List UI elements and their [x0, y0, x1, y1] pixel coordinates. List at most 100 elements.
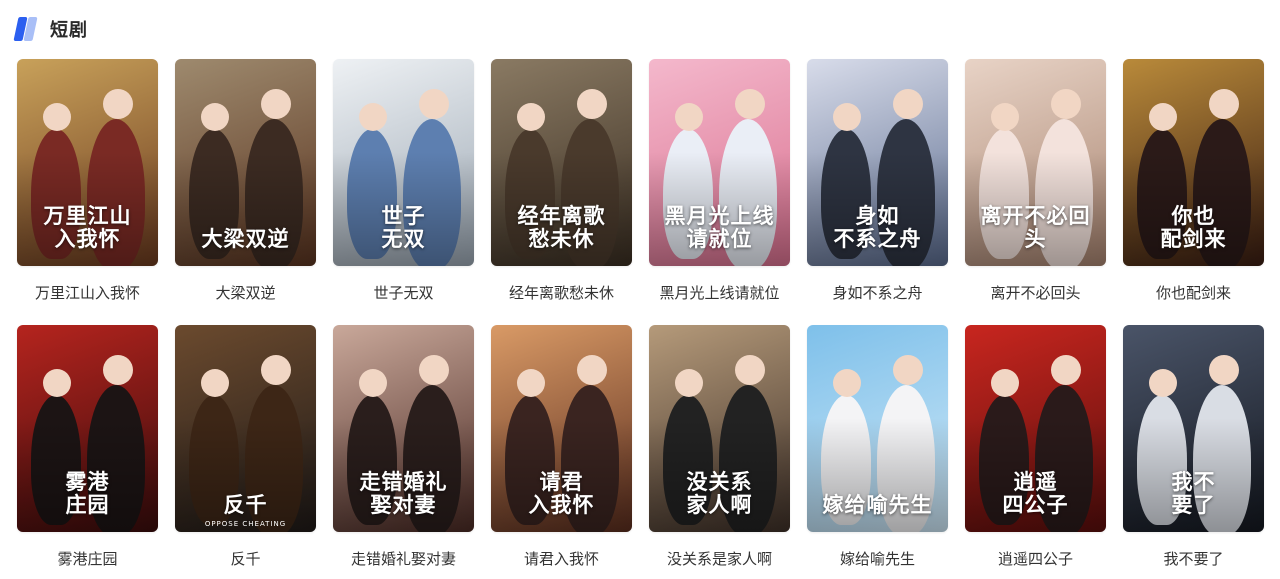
drama-poster[interactable]: 身如 不系之舟 [807, 59, 948, 266]
drama-poster[interactable]: 没关系 家人啊 [649, 325, 790, 532]
drama-card[interactable]: 万里江山 入我怀万里江山入我怀 [17, 59, 158, 315]
poster-title-art: 请君 入我怀 [528, 468, 595, 517]
drama-title[interactable]: 没关系是家人啊 [649, 548, 790, 569]
drama-poster[interactable]: 走错婚礼 娶对妻 [333, 325, 474, 532]
drama-title[interactable]: 身如不系之舟 [807, 282, 948, 303]
poster-figure-head [991, 103, 1019, 131]
drama-card[interactable]: 走错婚礼 娶对妻走错婚礼娶对妻 [333, 325, 474, 579]
drama-title[interactable]: 嫁给喻先生 [807, 548, 948, 569]
drama-title[interactable]: 你也配剑来 [1123, 282, 1264, 303]
poster-title-art: 经年离歌 愁未休 [517, 202, 606, 251]
drama-card[interactable]: 嫁给喻先生 嫁给喻先生 [807, 325, 948, 579]
drama-title[interactable]: 反千 [175, 548, 316, 569]
poster-figure-head [735, 89, 765, 119]
drama-poster[interactable]: 黑月光上线 请就位 [649, 59, 790, 266]
drama-poster[interactable]: 万里江山 入我怀 [17, 59, 158, 266]
poster-figure-head [1051, 89, 1081, 119]
drama-title[interactable]: 世子无双 [333, 282, 474, 303]
drama-card[interactable]: 请君 入我怀请君入我怀 [491, 325, 632, 579]
poster-figure-head [1149, 103, 1177, 131]
drama-poster[interactable]: 大梁双逆 [175, 59, 316, 266]
poster-figure-head [419, 89, 449, 119]
drama-card[interactable]: 世子 无双 世子无双 [333, 59, 474, 315]
poster-figure-head [517, 103, 545, 131]
drama-poster[interactable]: 离开不必回头 [965, 59, 1106, 266]
poster-title-art: 走错婚礼 娶对妻 [359, 468, 448, 517]
drama-card[interactable]: 黑月光上线 请就位黑月光上线请就位 [649, 59, 790, 315]
poster-title-art: 世子 无双 [381, 202, 426, 251]
drama-card[interactable]: 雾港 庄园 雾港庄园 [17, 325, 158, 579]
section-title: 短剧 [50, 20, 88, 41]
poster-figure-head [261, 89, 291, 119]
drama-card[interactable]: 没关系 家人啊没关系是家人啊 [649, 325, 790, 579]
poster-figure-head [1209, 355, 1239, 385]
drama-poster[interactable]: 雾港 庄园 [17, 325, 158, 532]
drama-title[interactable]: 雾港庄园 [17, 548, 158, 569]
drama-poster[interactable]: 请君 入我怀 [491, 325, 632, 532]
poster-figure-head [1209, 89, 1239, 119]
poster-figure-head [419, 355, 449, 385]
drama-title[interactable]: 经年离歌愁未休 [491, 282, 632, 303]
drama-card[interactable]: 大梁双逆 大梁双逆 [175, 59, 316, 315]
poster-title-art: 黑月光上线 请就位 [664, 202, 775, 251]
poster-figure-head [893, 355, 923, 385]
poster-figure-head [577, 89, 607, 119]
poster-title-art: 反千 [223, 491, 268, 517]
poster-figure-head [359, 369, 387, 397]
drama-title[interactable]: 大梁双逆 [175, 282, 316, 303]
poster-title-art: 身如 不系之舟 [833, 202, 922, 251]
poster-figure-head [517, 369, 545, 397]
poster-figure-head [1149, 369, 1177, 397]
drama-card[interactable]: 你也 配剑来你也配剑来 [1123, 59, 1264, 315]
drama-title[interactable]: 离开不必回头 [965, 282, 1106, 303]
drama-poster[interactable]: 反千 OPPOSE CHEATING [175, 325, 316, 532]
poster-figure-head [103, 355, 133, 385]
drama-poster[interactable]: 我不 要了 [1123, 325, 1264, 532]
poster-figure-head [1051, 355, 1081, 385]
section-header: 短剧 [13, 14, 88, 44]
drama-title[interactable]: 走错婚礼娶对妻 [333, 548, 474, 569]
drama-card[interactable]: 我不 要了 我不要了 [1123, 325, 1264, 579]
drama-card[interactable]: 离开不必回头 离开不必回头 [965, 59, 1106, 315]
poster-title-art: 离开不必回头 [980, 202, 1091, 251]
poster-subtitle: OPPOSE CHEATING [204, 520, 287, 528]
drama-title[interactable]: 请君入我怀 [491, 548, 632, 569]
poster-figure-head [675, 103, 703, 131]
poster-figure-head [201, 103, 229, 131]
poster-figure-head [43, 369, 71, 397]
drama-poster[interactable]: 世子 无双 [333, 59, 474, 266]
poster-figure-head [991, 369, 1019, 397]
poster-figure-head [201, 369, 229, 397]
drama-poster[interactable]: 嫁给喻先生 [807, 325, 948, 532]
poster-figure-head [103, 89, 133, 119]
poster-figure-head [43, 103, 71, 131]
drama-card[interactable]: 反千 OPPOSE CHEATING 反千 [175, 325, 316, 579]
drama-poster[interactable]: 经年离歌 愁未休 [491, 59, 632, 266]
drama-title[interactable]: 我不要了 [1123, 548, 1264, 569]
drama-title[interactable]: 万里江山入我怀 [17, 282, 158, 303]
poster-title-art: 没关系 家人啊 [686, 468, 753, 517]
poster-figure-head [577, 355, 607, 385]
poster-figure-head [735, 355, 765, 385]
section-mark-icon [13, 15, 40, 43]
drama-card[interactable]: 经年离歌 愁未休经年离歌愁未休 [491, 59, 632, 315]
poster-title-art: 逍遥 四公子 [1002, 468, 1069, 517]
poster-figure-head [833, 103, 861, 131]
poster-figure-head [833, 369, 861, 397]
poster-figure-head [893, 89, 923, 119]
poster-title-art: 大梁双逆 [201, 225, 290, 251]
drama-grid: 万里江山 入我怀 万里江山入我怀 大梁双逆 大梁双逆 世子 无双 世子无双 经年离歌 愁未休… [17, 59, 1265, 579]
drama-card[interactable]: 逍遥 四公子逍遥四公子 [965, 325, 1106, 579]
drama-poster[interactable]: 你也 配剑来 [1123, 59, 1264, 266]
poster-title-art: 你也 配剑来 [1160, 202, 1227, 251]
poster-figure-head [261, 355, 291, 385]
poster-title-art: 嫁给喻先生 [822, 491, 933, 517]
drama-card[interactable]: 身如 不系之舟身如不系之舟 [807, 59, 948, 315]
poster-title-art: 雾港 庄园 [65, 468, 110, 517]
drama-poster[interactable]: 逍遥 四公子 [965, 325, 1106, 532]
drama-title[interactable]: 逍遥四公子 [965, 548, 1106, 569]
poster-figure-head [675, 369, 703, 397]
drama-title[interactable]: 黑月光上线请就位 [649, 282, 790, 303]
poster-title-art: 万里江山 入我怀 [43, 202, 132, 251]
poster-figure-head [359, 103, 387, 131]
